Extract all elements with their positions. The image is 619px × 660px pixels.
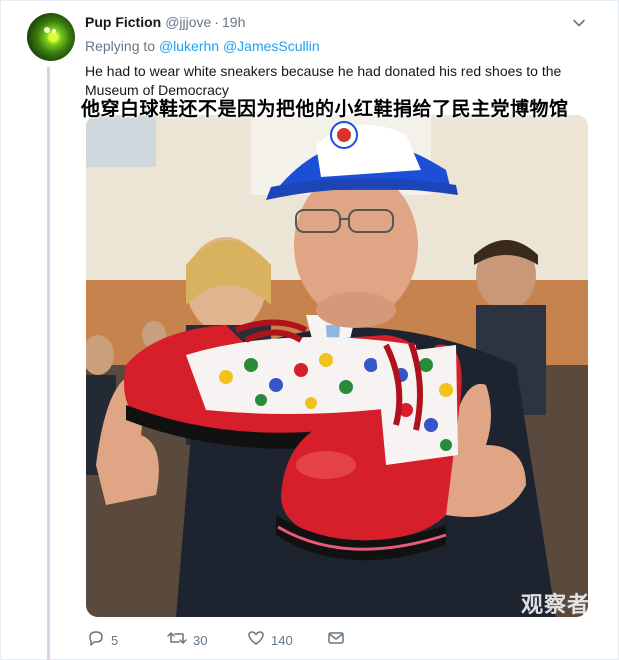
retweet-button[interactable]: 30 <box>167 629 207 652</box>
watermark: 观察者网 www.guancha.cn <box>521 587 613 627</box>
chevron-down-icon[interactable] <box>571 15 587 31</box>
envelope-icon <box>327 629 345 652</box>
replying-to-label: Replying to <box>85 38 156 54</box>
reply-count: 5 <box>111 633 119 648</box>
like-count: 140 <box>271 633 293 648</box>
tweet-photo[interactable] <box>86 115 588 617</box>
timestamp[interactable]: 19h <box>222 14 245 30</box>
heart-icon <box>247 629 265 652</box>
photo-caption-cn: 他穿白球鞋还不是因为把他的小红鞋捐给了民主党博物馆 <box>81 99 569 120</box>
mention-link[interactable]: @lukerhn <box>159 38 219 54</box>
reply-button[interactable]: 5 <box>87 629 118 652</box>
direct-message-button[interactable] <box>327 629 345 652</box>
reply-icon <box>87 629 105 652</box>
avatar[interactable] <box>27 13 75 61</box>
retweet-count: 30 <box>193 633 208 648</box>
retweet-icon <box>167 629 187 652</box>
thread-line <box>47 67 50 660</box>
tweet-card[interactable]: Pup Fiction @jjjove · 19h Replying to @l… <box>0 0 619 660</box>
display-name[interactable]: Pup Fiction <box>85 14 161 30</box>
watermark-text: 观察者网 <box>521 592 614 617</box>
like-button[interactable]: 140 <box>247 629 293 652</box>
user-handle[interactable]: @jjjove <box>165 14 211 30</box>
tweet-header: Pup Fiction @jjjove · 19h <box>85 14 245 32</box>
replying-to: Replying to @lukerhn @JamesScullin <box>85 38 320 54</box>
mention-link[interactable]: @JamesScullin <box>223 38 320 54</box>
watermark-url: www.guancha.cn <box>530 617 614 627</box>
separator: · <box>214 14 220 30</box>
